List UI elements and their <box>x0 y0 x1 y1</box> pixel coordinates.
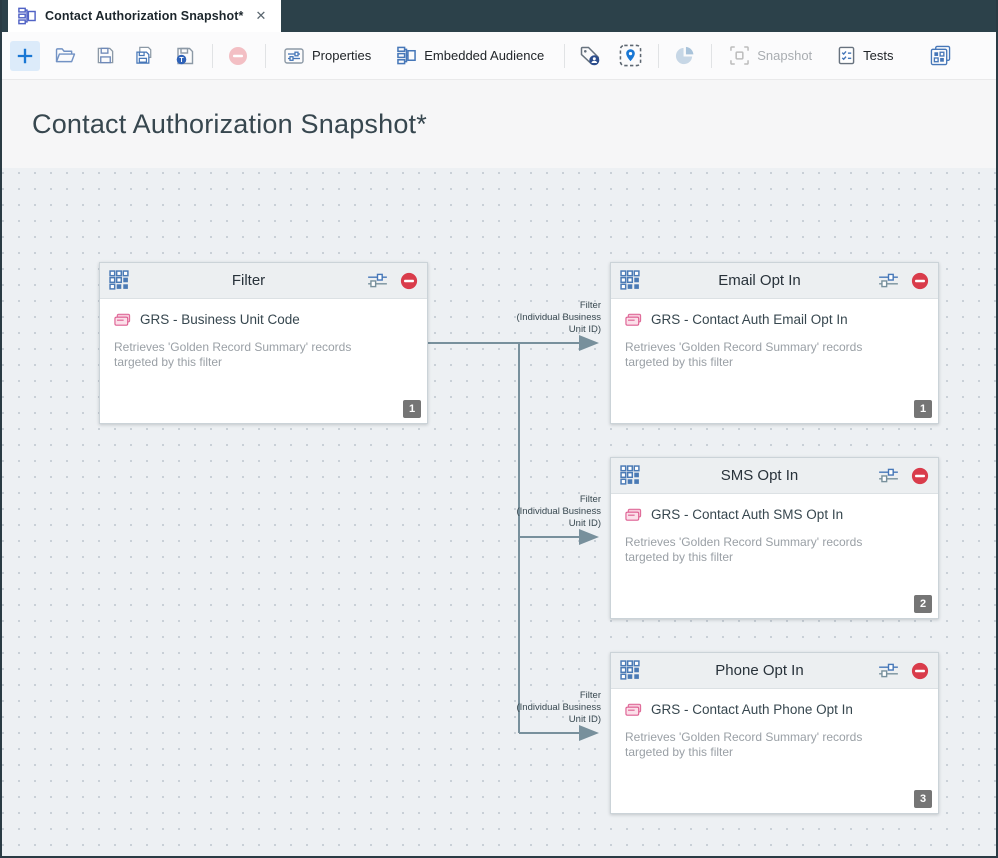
save-button[interactable] <box>90 41 120 71</box>
save-template-icon: T <box>175 46 195 66</box>
toolbar-separator <box>265 44 266 68</box>
card-description: Retrieves 'Golden Record Summary' record… <box>625 535 924 565</box>
location-zone-button[interactable] <box>615 41 646 71</box>
card-header: Email Opt In <box>611 263 938 299</box>
pie-chart-icon <box>674 45 695 66</box>
svg-text:T: T <box>179 57 184 64</box>
toolbar-separator <box>711 44 712 68</box>
filter-cards-icon <box>625 508 642 522</box>
save-icon <box>96 46 115 65</box>
card-item[interactable]: GRS - Contact Auth SMS Opt In <box>625 507 924 522</box>
connector-label: Filter(Individual BusinessUnit ID) <box>441 690 601 726</box>
settings-sliders-icon[interactable] <box>878 273 899 288</box>
remove-circle-icon <box>228 46 248 66</box>
card-description: Retrieves 'Golden Record Summary' record… <box>114 340 413 370</box>
card-item-label: GRS - Business Unit Code <box>140 312 300 327</box>
card-body: GRS - Business Unit Code Retrieves 'Gold… <box>100 299 427 424</box>
card-item-label: GRS - Contact Auth Email Opt In <box>651 312 848 327</box>
delete-node-icon[interactable] <box>400 272 418 290</box>
card-title: SMS Opt In <box>641 467 878 484</box>
connector-label: Filter(Individual BusinessUnit ID) <box>441 300 601 336</box>
grid-handle-icon[interactable] <box>109 270 130 291</box>
card-header: Filter <box>100 263 427 299</box>
title-bar: Contact Authorization Snapshot* <box>2 80 996 168</box>
chart-button-disabled <box>669 41 699 71</box>
toolbar-separator <box>212 44 213 68</box>
app-window: Contact Authorization Snapshot* ✕ <box>0 0 998 858</box>
save-copy-icon <box>135 46 156 65</box>
delete-node-icon[interactable] <box>911 467 929 485</box>
settings-sliders-icon[interactable] <box>878 468 899 483</box>
delete-button-disabled <box>223 41 253 71</box>
card-item[interactable]: GRS - Contact Auth Email Opt In <box>625 312 924 327</box>
settings-sliders-icon[interactable] <box>878 663 899 678</box>
delete-node-icon[interactable] <box>911 662 929 680</box>
grid-stack-icon <box>930 45 951 66</box>
card-item-label: GRS - Contact Auth Phone Opt In <box>651 702 853 717</box>
card-item-label: GRS - Contact Auth SMS Opt In <box>651 507 843 522</box>
flow-canvas[interactable]: Filter(Individual BusinessUnit ID) Filte… <box>2 168 996 856</box>
page-title: Contact Authorization Snapshot* <box>32 109 427 140</box>
node-index-badge: 2 <box>914 595 932 613</box>
card-description: Retrieves 'Golden Record Summary' record… <box>625 730 924 760</box>
delete-node-icon[interactable] <box>911 272 929 290</box>
card-description: Retrieves 'Golden Record Summary' record… <box>625 340 924 370</box>
node-card-filter[interactable]: Filter <box>99 262 428 424</box>
node-index-badge: 1 <box>403 400 421 418</box>
card-body: GRS - Contact Auth Email Opt In Retrieve… <box>611 299 938 424</box>
plus-icon <box>16 47 34 65</box>
node-index-badge: 3 <box>914 790 932 808</box>
card-header: Phone Opt In <box>611 653 938 689</box>
card-title: Filter <box>130 272 367 289</box>
report-pack-button[interactable] <box>926 41 956 71</box>
node-card-phone-opt-in[interactable]: Phone Opt In <box>610 652 939 814</box>
connector-label: Filter(Individual BusinessUnit ID) <box>441 494 601 530</box>
snapshot-button-disabled: Snapshot <box>722 41 820 71</box>
embedded-audience-label: Embedded Audience <box>424 48 544 63</box>
filter-cards-icon <box>625 313 642 327</box>
node-card-sms-opt-in[interactable]: SMS Opt In <box>610 457 939 619</box>
card-header: SMS Opt In <box>611 458 938 494</box>
open-button[interactable] <box>50 41 80 71</box>
card-item[interactable]: GRS - Contact Auth Phone Opt In <box>625 702 924 717</box>
snapshot-frame-icon <box>730 46 749 65</box>
audience-icon <box>18 7 36 25</box>
card-title: Phone Opt In <box>641 662 878 679</box>
tab-title: Contact Authorization Snapshot* <box>45 9 243 23</box>
node-card-email-opt-in[interactable]: Email Opt In <box>610 262 939 424</box>
card-title: Email Opt In <box>641 272 878 289</box>
card-item[interactable]: GRS - Business Unit Code <box>114 312 413 327</box>
card-body: GRS - Contact Auth SMS Opt In Retrieves … <box>611 494 938 619</box>
tests-label: Tests <box>863 48 893 63</box>
filter-cards-icon <box>625 703 642 717</box>
close-icon[interactable]: ✕ <box>252 6 269 26</box>
audience-icon <box>397 46 416 65</box>
card-body: GRS - Contact Auth Phone Opt In Retrieve… <box>611 689 938 814</box>
snapshot-label: Snapshot <box>757 48 812 63</box>
properties-icon <box>284 48 304 64</box>
grid-handle-icon[interactable] <box>620 660 641 681</box>
tag-user-button[interactable] <box>575 41 605 71</box>
save-template-button[interactable]: T <box>170 41 200 71</box>
settings-sliders-icon[interactable] <box>367 273 388 288</box>
add-button[interactable] <box>10 41 40 71</box>
tab-contact-authorization-snapshot[interactable]: Contact Authorization Snapshot* ✕ <box>8 0 281 32</box>
properties-button[interactable]: Properties <box>276 41 379 71</box>
save-copy-button[interactable] <box>130 41 160 71</box>
filter-cards-icon <box>114 313 131 327</box>
toolbar: T Properties <box>2 32 996 80</box>
tests-checklist-icon <box>838 46 855 65</box>
toolbar-separator <box>658 44 659 68</box>
grid-handle-icon[interactable] <box>620 270 641 291</box>
tests-button[interactable]: Tests <box>830 41 901 71</box>
tab-bar: Contact Authorization Snapshot* ✕ <box>2 0 996 32</box>
toolbar-separator <box>564 44 565 68</box>
grid-handle-icon[interactable] <box>620 465 641 486</box>
node-index-badge: 1 <box>914 400 932 418</box>
folder-open-icon <box>55 47 76 64</box>
location-pin-icon <box>619 44 642 67</box>
properties-label: Properties <box>312 48 371 63</box>
tag-person-icon <box>579 45 601 67</box>
embedded-audience-button[interactable]: Embedded Audience <box>389 41 552 71</box>
